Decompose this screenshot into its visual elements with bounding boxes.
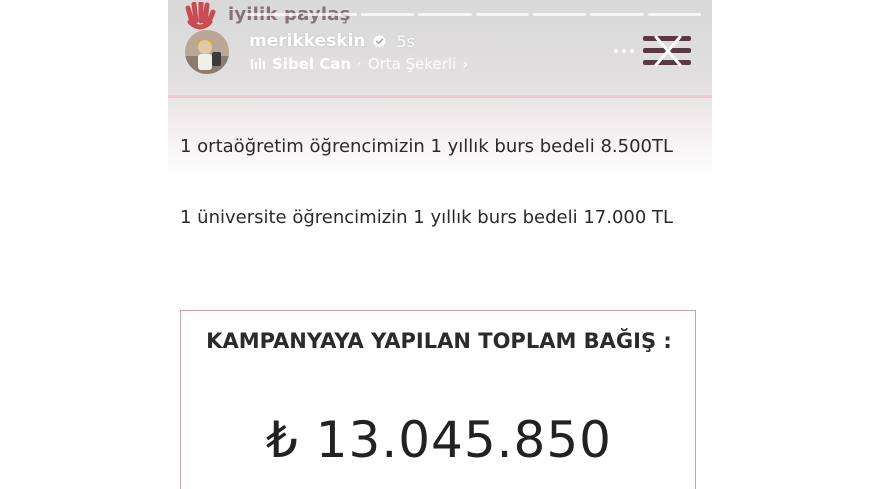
progress-segment <box>647 13 701 16</box>
close-icon <box>643 35 691 67</box>
close-button[interactable] <box>642 32 694 70</box>
post-time: 5s <box>396 31 416 51</box>
story-view[interactable]: iyilik paylaş merikkeskin 5s Sibel Can ·… <box>168 0 712 489</box>
progress-segment <box>590 13 644 16</box>
hand-logo-icon <box>182 0 222 32</box>
campaign-total-title: KAMPANYAYA YAPILAN TOPLAM BAĞIŞ : <box>206 329 672 353</box>
story-progress-bar <box>246 13 701 16</box>
progress-segment <box>418 13 472 16</box>
header-divider <box>168 95 712 98</box>
progress-segment <box>475 13 529 16</box>
music-artist: Sibel Can <box>272 55 352 73</box>
campaign-total-amount: ₺ 13.045.850 <box>266 411 612 469</box>
progress-segment <box>246 13 300 16</box>
scholarship-highschool-text: 1 ortaöğretim öğrencimizin 1 yıllık burs… <box>180 136 674 157</box>
progress-segment <box>360 13 415 16</box>
username-row: merikkeskin 5s <box>249 31 415 51</box>
scholarship-university-text: 1 üniversite öğrencimizin 1 yıllık burs … <box>180 207 674 228</box>
verified-badge-icon <box>372 34 387 49</box>
username[interactable]: merikkeskin <box>249 31 366 51</box>
progress-segment <box>303 13 357 16</box>
chevron-right-icon: › <box>462 55 469 73</box>
progress-segment <box>532 13 587 16</box>
more-dots-icon[interactable] <box>613 40 635 62</box>
screen: iyilik paylaş merikkeskin 5s Sibel Can ·… <box>0 0 869 489</box>
avatar[interactable] <box>185 30 229 74</box>
music-separator: · <box>357 55 362 73</box>
music-bars-icon <box>250 57 266 71</box>
music-song: Orta Şekerli <box>367 55 457 73</box>
campaign-total-box: KAMPANYAYA YAPILAN TOPLAM BAĞIŞ : ₺ 13.0… <box>180 310 696 489</box>
music-attribution[interactable]: Sibel Can · Orta Şekerli › <box>250 55 468 73</box>
